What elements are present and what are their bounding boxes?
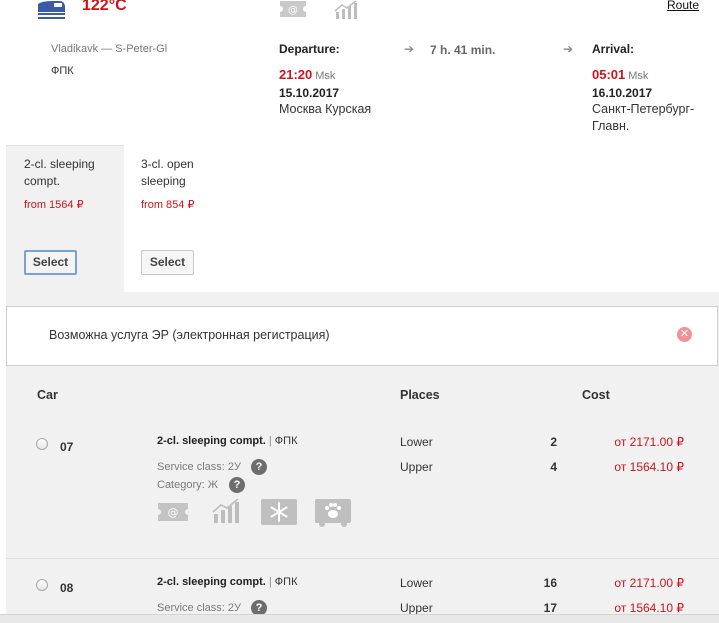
select-button-2cl[interactable]: Select — [24, 250, 77, 275]
car-number: 08 — [60, 581, 74, 595]
arrival-station: Санкт-Петербург- Главн. — [592, 101, 694, 135]
arrow-right-icon: ➔ — [404, 42, 415, 56]
e-ticket-icon: @ — [156, 500, 192, 528]
arrival-date: 16.10.2017 — [592, 86, 653, 100]
arrival-station-line2: Главн. — [592, 119, 630, 133]
column-header-places: Places — [400, 388, 440, 402]
row-divider — [6, 558, 719, 559]
train-number: 122°C — [82, 0, 127, 14]
place-type: Upper — [400, 460, 433, 474]
car-class-name: 2-cl. sleeping compt. — [157, 576, 266, 588]
place-price[interactable]: от 2171.00 ₽ — [574, 435, 684, 449]
place-type: Lower — [400, 576, 433, 590]
bar-chart-icon — [334, 0, 362, 20]
arrival-time-row: 05:01 Msk — [592, 67, 648, 82]
arrival-label: Arrival: — [592, 42, 635, 56]
separator: | — [268, 435, 272, 447]
place-type: Upper — [400, 601, 433, 615]
departure-station: Москва Курская — [279, 102, 372, 116]
place-price[interactable]: от 1564.10 ₽ — [574, 601, 684, 615]
service-class: Service class: 2У — [157, 461, 242, 473]
place-count: 16 — [543, 576, 557, 590]
column-header-cost: Cost — [582, 388, 610, 402]
trip-duration: 7 h. 41 min. — [430, 43, 496, 57]
arrow-right-icon: ➔ — [563, 42, 574, 56]
car-radio-08[interactable] — [36, 579, 48, 591]
departure-time: 21:20 — [279, 67, 313, 82]
svg-text:@: @ — [288, 5, 298, 16]
departure-timezone: Msk — [315, 70, 336, 82]
svg-text:@: @ — [168, 506, 179, 519]
horizontal-scrollbar[interactable] — [0, 614, 719, 623]
car-number: 07 — [60, 440, 74, 454]
snowflake-icon — [261, 499, 297, 527]
car-category: Category: Ж — [157, 479, 218, 491]
place-count: 2 — [550, 435, 557, 449]
help-icon[interactable]: ? — [229, 477, 245, 493]
class-price: from 1564 ₽ — [24, 199, 84, 211]
place-count: 4 — [550, 460, 557, 474]
car-class-line: 2-cl. sleeping compt. | ФПК — [157, 576, 297, 588]
class-title-line2: compt. — [24, 174, 61, 188]
class-tab-3cl-title[interactable]: 3-cl. open sleeping — [141, 156, 194, 190]
help-icon[interactable]: ? — [251, 459, 267, 475]
notice-banner: Возможна услуга ЭР (электронная регистра… — [6, 306, 718, 366]
departure-time-row: 21:20 Msk — [279, 67, 335, 82]
class-title-line1: 2-cl. sleeping — [24, 157, 95, 171]
departure-date: 15.10.2017 — [279, 86, 340, 100]
column-header-car: Car — [37, 388, 58, 402]
class-title-line1: 3-cl. open — [141, 157, 194, 171]
car-class-line: 2-cl. sleeping compt. | ФПК — [157, 435, 297, 447]
notice-text: Возможна услуга ЭР (электронная регистра… — [49, 328, 330, 342]
place-count: 17 — [543, 601, 557, 615]
close-icon[interactable]: ✕ — [677, 327, 692, 342]
arrival-station-line1: Санкт-Петербург- — [592, 102, 695, 116]
place-price[interactable]: от 2171.00 ₽ — [574, 576, 684, 590]
place-type: Lower — [400, 435, 433, 449]
class-title-line2: sleeping — [141, 174, 186, 188]
e-ticket-icon: @ — [278, 0, 306, 20]
carrier-name: ФПК — [51, 65, 74, 77]
separator: | — [268, 576, 272, 588]
car-radio-07[interactable] — [36, 438, 48, 450]
place-price[interactable]: от 1564.10 ₽ — [574, 460, 684, 474]
route-name: Vladikavk — S-Peter-Gl — [51, 43, 168, 55]
bar-chart-icon — [212, 498, 248, 526]
car-carrier: ФПК — [274, 435, 298, 447]
class-price: from 854 ₽ — [141, 199, 195, 211]
arrival-time: 05:01 — [592, 67, 626, 82]
train-icon — [36, 0, 66, 20]
pet-transport-icon — [315, 499, 351, 527]
service-class: Service class: 2У — [157, 602, 242, 614]
car-class-name: 2-cl. sleeping compt. — [157, 435, 266, 447]
departure-label: Departure: — [279, 42, 340, 56]
class-tab-2cl-title: 2-cl. sleeping compt. — [24, 156, 95, 190]
select-button-3cl[interactable]: Select — [141, 250, 194, 275]
route-link[interactable]: Route — [667, 0, 699, 12]
car-carrier: ФПК — [274, 576, 298, 588]
arrival-timezone: Msk — [628, 70, 649, 82]
